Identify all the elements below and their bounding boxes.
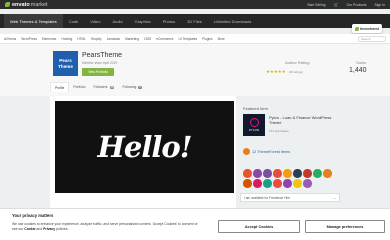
category-tab-audio[interactable]: Audio [106,14,128,28]
tab-followers[interactable]: Followers 28 [89,82,118,92]
badge-icon[interactable] [293,169,302,178]
subnav-item[interactable]: Marketing [125,37,139,41]
featured-item-label: Featured Item [243,106,268,111]
subnav-item[interactable]: eCommerce [156,37,173,41]
category-tab-photos[interactable]: Photos [157,14,181,28]
cookie-policy-link[interactable]: Cookie [24,227,35,231]
start-selling-link[interactable]: Start Selling [307,3,325,7]
rating-count: (28 ratings) [288,70,303,74]
category-tab-code[interactable]: Code [63,14,85,28]
badge-icon[interactable] [273,179,282,188]
subnav-item[interactable]: UI Templates [179,37,198,41]
category-nav: Web Themes & Templates Code Video Audio … [0,14,390,28]
subnav-item[interactable]: Shopify [91,37,102,41]
badge-icon[interactable] [303,169,312,178]
rating-stars: ★★★★★ (28 ratings) [266,69,303,75]
author-rating-label: Author Rating [285,60,310,65]
featured-item-sales: 273 purchases [269,129,289,133]
sub-nav: All Items WordPress Elementor Hosting HT… [0,34,390,44]
badge-icon[interactable] [253,179,262,188]
subnav-item[interactable]: CMS [144,37,151,41]
cart-icon[interactable]: 🛒 [333,2,338,7]
leaf-icon [355,26,360,31]
manage-preferences-button[interactable]: Manage preferences [305,220,385,233]
badge-icon[interactable] [263,179,272,188]
sign-in-link[interactable]: Sign In [374,3,385,7]
author-badges [243,169,339,188]
search-input[interactable]: Search [358,36,386,42]
our-products-link[interactable]: Our Products [346,3,366,7]
freelance-hire-dropdown[interactable]: I am available for Freelance Hire ⌄ [240,193,340,202]
subnav-item[interactable]: HTML [77,37,86,41]
badge-icon[interactable] [253,169,262,178]
banner-text: Hello! [97,130,193,164]
category-tab-unlimited[interactable]: Unlimited Downloads [208,14,258,28]
subnav-item[interactable]: Elementor [42,37,57,41]
badge-icon[interactable] [243,169,252,178]
badge-icon[interactable] [283,169,292,178]
avatar: Pears Theme [53,51,78,76]
badge-icon[interactable] [263,169,272,178]
themeforest-icon [243,148,250,155]
badge-icon[interactable] [303,179,312,188]
following-count-badge: 0 [138,85,142,89]
chevron-down-icon: ⌄ [333,195,336,200]
badge-icon[interactable] [313,169,322,178]
leaf-icon [5,2,10,7]
tab-profile[interactable]: Profile [50,82,70,92]
category-tab-web-themes[interactable]: Web Themes & Templates [4,14,63,28]
badge-icon[interactable] [283,179,292,188]
view-portfolio-button[interactable]: View Portfolio [82,68,114,76]
top-links: Start Selling 🛒 Our Products Sign In [307,2,385,7]
badge-icon[interactable] [243,179,252,188]
subnav-item-more[interactable]: More [218,37,225,41]
badge-icon[interactable] [323,169,332,178]
author-name: PearsTheme [82,52,123,59]
privacy-policy-link[interactable]: Privacy [43,227,55,231]
featured-item-title[interactable]: Pylon - Loan & Finance WordPress Theme [269,115,339,125]
cookie-text: We use cookies to enhance your experienc… [12,222,198,231]
profile-tabs: Profile Portfolio Followers 28 Following 0 [50,82,146,92]
profile-banner: Hello! [55,101,234,193]
subnav-item[interactable]: All Items [4,37,16,41]
envato-logo[interactable]: envato market [5,2,48,8]
subnav-item[interactable]: Hosting [61,37,72,41]
sales-label: Sales [356,60,367,65]
accept-cookies-button[interactable]: Accept Cookies [218,220,300,233]
featured-item-thumbnail[interactable]: PYLON [243,114,265,136]
category-tab-3d-files[interactable]: 3D Files [181,14,208,28]
member-since: Member since April 2019 [82,61,118,65]
badge-icon[interactable] [293,179,302,188]
star-icons: ★★★★★ [266,69,286,74]
badge-icon[interactable] [273,169,282,178]
category-tab-graphics[interactable]: Graphics [129,14,157,28]
pylon-logo-icon [249,118,259,127]
cookie-title: Your privacy matters [12,213,54,218]
top-bar: envato market Start Selling 🛒 Our Produc… [0,0,390,9]
subnav-item[interactable]: Jamstack [107,37,120,41]
tab-portfolio[interactable]: Portfolio [69,82,89,92]
tab-following[interactable]: Following 0 [118,82,145,92]
subnav-item[interactable]: WordPress [21,37,37,41]
subnav-item[interactable]: Plugins [202,37,212,41]
followers-count-badge: 28 [109,85,115,89]
themeforest-button[interactable]: themeforest [352,24,382,33]
themeforest-items-link[interactable]: 12 ThemeForest Items [243,148,290,155]
sales-value: 1,440 [349,67,367,74]
category-tab-video[interactable]: Video [84,14,106,28]
